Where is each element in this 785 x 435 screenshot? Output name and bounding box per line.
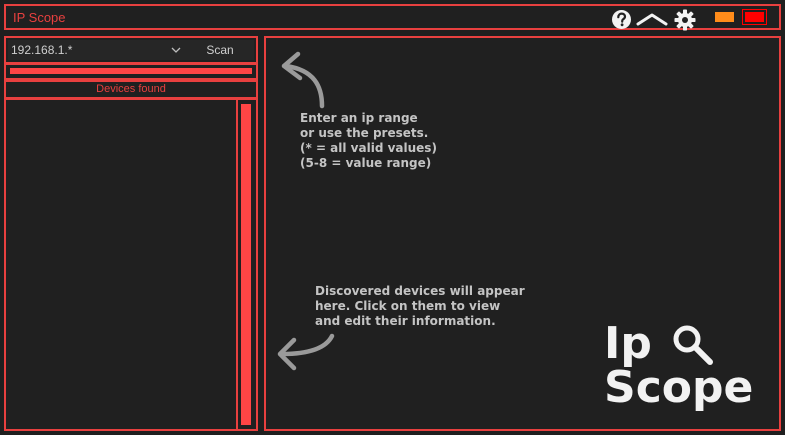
help-icon[interactable] bbox=[611, 9, 632, 30]
logo-line-1: Ip bbox=[604, 318, 652, 369]
collapse-icon[interactable] bbox=[636, 11, 668, 27]
curved-arrow-up-icon bbox=[281, 51, 325, 109]
ip-range-bar: Scan bbox=[4, 36, 258, 64]
list-divider bbox=[236, 100, 238, 429]
ip-range-input[interactable] bbox=[8, 40, 168, 60]
scan-button[interactable]: Scan bbox=[186, 40, 254, 60]
device-list-scrollbar[interactable] bbox=[241, 104, 251, 425]
chevron-down-icon bbox=[171, 47, 181, 53]
main-panel: Enter an ip range or use the presets. (*… bbox=[264, 36, 781, 431]
scan-progress-box bbox=[4, 63, 258, 80]
logo-line-2: Scope bbox=[604, 362, 754, 413]
preset-dropdown[interactable] bbox=[166, 40, 186, 60]
app-title: IP Scope bbox=[13, 10, 66, 25]
device-list[interactable] bbox=[4, 98, 258, 431]
scan-progress-track bbox=[10, 68, 252, 74]
minimize-button[interactable] bbox=[715, 12, 734, 22]
left-panel: Scan Devices found bbox=[4, 36, 258, 431]
title-bar: IP Scope bbox=[4, 4, 781, 31]
ip-scope-logo: Ip Scope bbox=[602, 318, 772, 418]
scan-progress-fill bbox=[10, 68, 252, 74]
ip-range-hint: Enter an ip range or use the presets. (*… bbox=[300, 111, 437, 170]
close-button[interactable] bbox=[743, 10, 766, 24]
curved-arrow-left-icon bbox=[277, 333, 335, 371]
devices-found-header: Devices found bbox=[4, 80, 258, 99]
devices-hint: Discovered devices will appear here. Cli… bbox=[315, 284, 525, 328]
gear-icon[interactable] bbox=[674, 9, 696, 31]
